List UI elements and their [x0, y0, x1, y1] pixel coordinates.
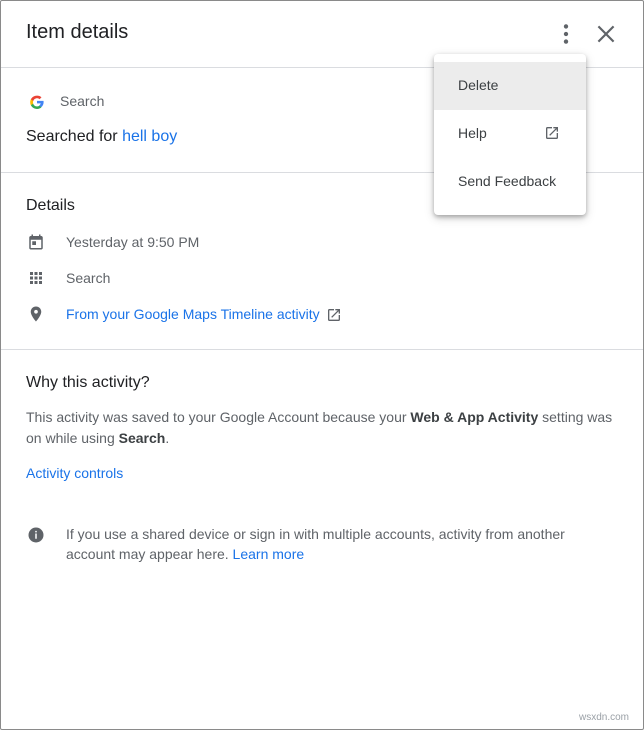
- why-heading: Why this activity?: [26, 374, 150, 391]
- info-icon: [28, 527, 44, 543]
- why-text-period: .: [165, 430, 170, 446]
- item-details-dialog: Item details Search Searched for hell bo…: [0, 0, 644, 730]
- maps-timeline-link[interactable]: From your Google Maps Timeline activity: [66, 306, 320, 322]
- menu-item-label: Delete: [458, 77, 499, 93]
- open-in-new-icon: [546, 127, 558, 139]
- apps-grid-icon: [30, 272, 42, 284]
- more-vert-icon: [563, 24, 569, 44]
- menu-item-send-feedback[interactable]: Send Feedback: [434, 158, 586, 206]
- watermark: wsxdn.com: [579, 712, 630, 723]
- maps-timeline-row: From your Google Maps Timeline activity: [66, 306, 342, 323]
- learn-more-link[interactable]: Learn more: [233, 546, 305, 562]
- dialog-title: Item details: [26, 21, 129, 43]
- detail-product: Search: [66, 270, 111, 286]
- web-app-activity-label: Web & App Activity: [410, 409, 539, 425]
- more-options-menu: Delete Help Send Feedback: [434, 54, 586, 215]
- why-text-part: This activity was saved to your Google A…: [26, 409, 407, 425]
- shared-device-notice: If you use a shared device or sign in wi…: [66, 524, 596, 564]
- details-heading: Details: [26, 197, 75, 214]
- searched-prefix: Searched for: [26, 128, 118, 145]
- open-in-new-icon[interactable]: [326, 307, 342, 323]
- close-button[interactable]: [593, 21, 619, 47]
- why-this-activity-section: Why this activity? This activity was sav…: [1, 350, 643, 610]
- location-pin-icon: [30, 306, 42, 322]
- why-explanation: This activity was saved to your Google A…: [26, 407, 616, 449]
- menu-item-label: Send Feedback: [458, 173, 557, 189]
- google-g-icon: [30, 95, 44, 109]
- more-options-button[interactable]: [553, 21, 579, 47]
- search-query-link[interactable]: hell boy: [122, 128, 177, 145]
- activity-controls-link[interactable]: Activity controls: [26, 465, 123, 481]
- search-product-label: Search: [118, 430, 166, 446]
- menu-item-help[interactable]: Help: [434, 110, 586, 158]
- menu-item-delete[interactable]: Delete: [434, 62, 586, 110]
- close-icon: [597, 25, 615, 43]
- menu-item-label: Help: [458, 125, 487, 141]
- searched-for-text: Searched for hell boy: [26, 128, 177, 146]
- shared-device-text: If you use a shared device or sign in wi…: [66, 526, 565, 562]
- product-label: Search: [60, 93, 105, 109]
- calendar-icon: [29, 234, 43, 250]
- detail-timestamp: Yesterday at 9:50 PM: [66, 234, 200, 250]
